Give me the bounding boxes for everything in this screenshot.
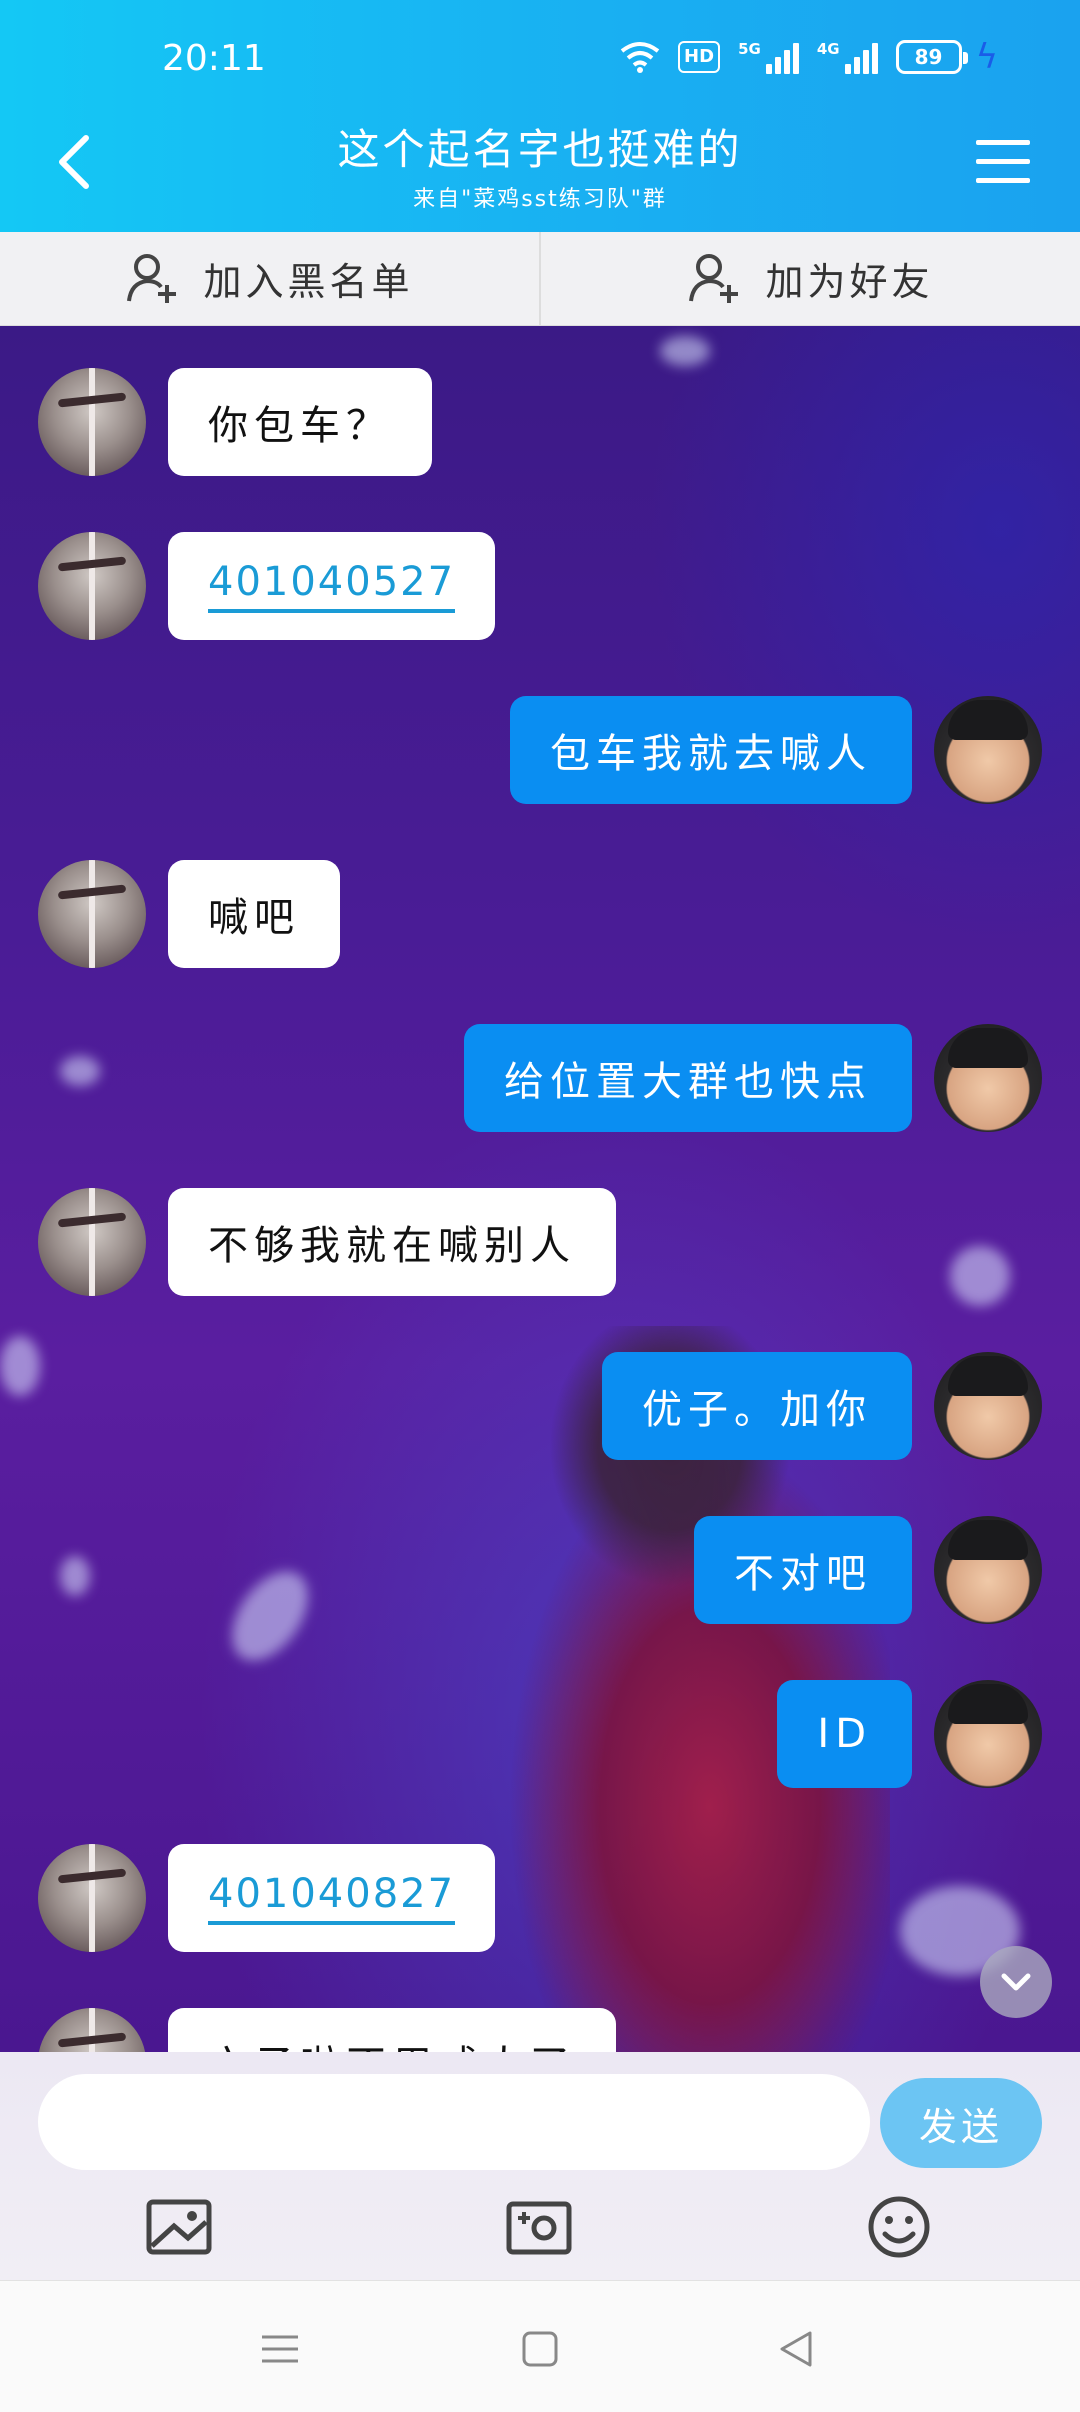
camera-button[interactable] (504, 2194, 574, 2260)
net-label-5g: 5G (738, 40, 761, 58)
menu-button[interactable] (976, 140, 1030, 184)
my-avatar[interactable] (934, 696, 1042, 804)
message-bubble[interactable]: 401040827 (168, 1844, 496, 1952)
add-to-blacklist-label: 加入黑名单 (203, 260, 414, 304)
back-nav-button[interactable] (772, 2325, 820, 2373)
contact-avatar[interactable] (38, 532, 146, 640)
message-row: 401040527 (0, 530, 1080, 642)
emoji-icon (868, 2196, 930, 2258)
status-icons: HD 5G 4G 89 ϟ (620, 36, 998, 78)
menu-lines-icon (262, 2335, 298, 2363)
my-avatar[interactable] (934, 1352, 1042, 1460)
message-row: 给位置大群也快点 (0, 1022, 1080, 1134)
contact-avatar[interactable] (38, 860, 146, 968)
hd-badge: HD (678, 41, 721, 73)
action-bar: 加入黑名单 加为好友 (0, 232, 1080, 326)
chevron-down-icon (1001, 1973, 1031, 1991)
message-bubble[interactable]: 不够我就在喊别人 (168, 1188, 616, 1296)
emoji-button[interactable] (864, 2194, 934, 2260)
back-button[interactable] (52, 130, 96, 194)
message-row: ID (0, 1678, 1080, 1790)
contact-avatar[interactable] (38, 1844, 146, 1952)
number-link[interactable]: 401040827 (208, 1871, 456, 1925)
message-bubble[interactable]: 401040527 (168, 532, 496, 640)
battery-icon: 89 (895, 40, 968, 74)
message-bubble[interactable]: 不对吧 (694, 1516, 912, 1624)
triangle-back-icon (780, 2331, 812, 2367)
contact-avatar[interactable] (38, 2008, 146, 2052)
message-row: 401040827 (0, 1842, 1080, 1954)
menu-icon-bar (976, 178, 1030, 183)
signal-4g-icon: 4G (817, 40, 878, 74)
message-row: 你包车？ (0, 366, 1080, 478)
battery-level: 89 (914, 45, 943, 69)
message-bubble[interactable]: ID (777, 1680, 912, 1788)
message-row: 优子。加你 (0, 1350, 1080, 1462)
home-button[interactable] (516, 2325, 564, 2373)
message-input[interactable] (38, 2074, 870, 2170)
charging-icon: ϟ (975, 37, 998, 77)
add-user-icon (127, 253, 177, 303)
number-link[interactable]: 401040527 (208, 559, 456, 613)
message-bubble[interactable]: 喊吧 (168, 860, 340, 968)
image-icon (146, 2199, 212, 2255)
my-avatar[interactable] (934, 1024, 1042, 1132)
composer-bar: 发送 (0, 2052, 1080, 2280)
message-row: 六子啦不用咸人了 (0, 2006, 1080, 2052)
message-bubble[interactable]: 你包车？ (168, 368, 432, 476)
system-nav-bar (0, 2280, 1080, 2412)
contact-avatar[interactable] (38, 368, 146, 476)
message-row: 包车我就去喊人 (0, 694, 1080, 806)
chat-subtitle: 来自"菜鸡sst练习队"群 (413, 187, 667, 212)
chat-title-block: 这个起名字也挺难的 来自"菜鸡sst练习队"群 (240, 116, 840, 213)
message-row: 喊吧 (0, 858, 1080, 970)
message-bubble[interactable]: 给位置大群也快点 (464, 1024, 912, 1132)
chevron-left-icon (59, 135, 89, 189)
status-time: 20:11 (162, 38, 266, 79)
message-row: 不够我就在喊别人 (0, 1186, 1080, 1298)
chat-messages[interactable]: 你包车？ 401040527 包车我就去喊人 喊吧 给位置大群也快点 不够我就在… (0, 326, 1080, 2052)
add-to-blacklist-button[interactable]: 加入黑名单 (0, 232, 539, 325)
signal-5g-icon: 5G (738, 40, 799, 74)
contact-avatar[interactable] (38, 1188, 146, 1296)
header-bar: 20:11 HD 5G 4G 89 ϟ 这个起名字也挺难的 来自"菜鸡sst练习… (0, 0, 1080, 232)
recent-apps-button[interactable] (256, 2325, 304, 2373)
wifi-icon (620, 42, 660, 73)
my-avatar[interactable] (934, 1680, 1042, 1788)
photo-button[interactable] (144, 2194, 214, 2260)
square-icon (522, 2331, 558, 2367)
message-row: 不对吧 (0, 1514, 1080, 1626)
net-label-4g: 4G (816, 40, 840, 58)
my-avatar[interactable] (934, 1516, 1042, 1624)
message-bubble[interactable]: 六子啦不用咸人了 (168, 2008, 616, 2052)
message-bubble[interactable]: 优子。加你 (602, 1352, 912, 1460)
message-bubble[interactable]: 包车我就去喊人 (510, 696, 912, 804)
menu-icon-bar (976, 140, 1030, 145)
menu-icon-bar (976, 159, 1030, 164)
add-friend-label: 加为好友 (765, 260, 934, 304)
scroll-to-bottom-button[interactable] (980, 1946, 1052, 2018)
background-sparkle (660, 336, 710, 366)
send-button[interactable]: 发送 (880, 2078, 1042, 2168)
add-friend-button[interactable]: 加为好友 (539, 232, 1080, 325)
camera-icon (506, 2201, 572, 2255)
chat-title: 这个起名字也挺难的 (337, 125, 743, 174)
add-user-icon (689, 253, 739, 303)
